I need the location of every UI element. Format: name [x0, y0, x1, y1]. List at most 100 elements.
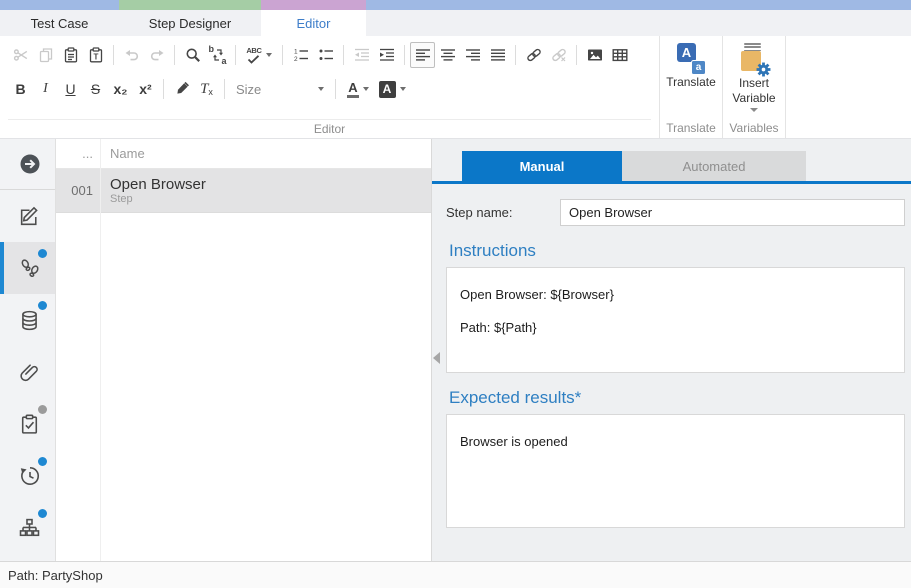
font-size-dropdown[interactable]: Size: [230, 76, 330, 102]
translate-button[interactable]: A a Translate: [666, 43, 716, 90]
redo-icon: [149, 47, 165, 63]
toolbar-separator: [335, 79, 336, 99]
decrease-indent-icon: [354, 47, 370, 63]
tab-manual[interactable]: Manual: [462, 151, 622, 181]
text-color-button[interactable]: A: [341, 76, 375, 102]
insert-image-button[interactable]: [582, 42, 607, 68]
justify-icon: [490, 47, 506, 63]
increase-indent-button[interactable]: [374, 42, 399, 68]
replace-icon: b a: [209, 46, 227, 64]
instructions-heading: Instructions: [449, 241, 905, 261]
chevron-down-icon: [750, 108, 758, 112]
underline-button[interactable]: U: [58, 76, 83, 102]
subscript-button[interactable]: x₂: [108, 76, 133, 102]
instructions-line: Open Browser: ${Browser}: [460, 288, 891, 302]
step-detail-panel: Manual Automated Step name: Instructions…: [431, 139, 911, 561]
insert-variable-icon: [737, 43, 771, 76]
instructions-line: Path: ${Path}: [460, 321, 891, 335]
chevron-down-icon: [318, 87, 324, 91]
column-header-index: ...: [56, 146, 100, 161]
tab-step-designer[interactable]: Step Designer: [119, 0, 261, 36]
notification-badge: [38, 457, 47, 466]
active-tab-accent-bar: [432, 181, 911, 184]
align-right-button[interactable]: [460, 42, 485, 68]
undo-icon: [124, 47, 140, 63]
tab-editor[interactable]: Editor: [261, 0, 366, 36]
search-button[interactable]: [180, 42, 205, 68]
paste-button[interactable]: [58, 42, 83, 68]
insert-table-button[interactable]: [607, 42, 632, 68]
translate-icon: A a: [675, 43, 707, 75]
splitter-collapse-handle[interactable]: [433, 352, 440, 364]
status-bar: Path: PartyShop: [0, 561, 911, 588]
align-left-button[interactable]: [410, 42, 435, 68]
step-row[interactable]: 001 Open Browser Step: [56, 169, 431, 213]
arrow-right-circle-icon: [18, 152, 42, 176]
column-header-name: Name: [100, 146, 145, 161]
background-color-button[interactable]: A: [375, 76, 409, 102]
bold-button[interactable]: B: [8, 76, 33, 102]
toolbar-separator: [576, 45, 577, 65]
clipboard-check-icon: [18, 413, 41, 436]
paste-as-text-button[interactable]: T: [83, 42, 108, 68]
justify-button[interactable]: [485, 42, 510, 68]
undo-button: [119, 42, 144, 68]
main-area: ... Name 001 Open Browser Step Manual Au…: [0, 139, 911, 561]
align-center-button[interactable]: [435, 42, 460, 68]
toolbar-separator: [343, 45, 344, 65]
align-left-icon: [415, 47, 431, 63]
notification-badge: [38, 509, 47, 518]
image-icon: [587, 47, 603, 63]
insert-variable-button[interactable]: Insert Variable: [732, 43, 775, 112]
superscript-button[interactable]: x²: [133, 76, 158, 102]
sidebar-item-attachments[interactable]: [0, 346, 55, 398]
spellcheck-button[interactable]: ABC: [241, 42, 277, 68]
expected-results-editor[interactable]: Browser is opened: [446, 414, 905, 528]
strikethrough-button[interactable]: S: [83, 76, 108, 102]
step-name-label: Step name:: [446, 205, 560, 220]
tabbar-filler: [366, 0, 911, 36]
tab-automated[interactable]: Automated: [622, 151, 806, 181]
increase-indent-icon: [379, 47, 395, 63]
notification-badge: [38, 301, 47, 310]
chevron-down-icon: [400, 87, 406, 91]
toolbar-separator: [113, 45, 114, 65]
tab-test-case[interactable]: Test Case: [0, 0, 119, 36]
toolbar-separator: [163, 79, 164, 99]
instructions-editor[interactable]: Open Browser: ${Browser} Path: ${Path}: [446, 267, 905, 373]
notification-badge: [38, 249, 47, 258]
step-name-input[interactable]: [560, 199, 905, 226]
toolbar-row-2: B I U S x₂ x² Tx Size A A: [8, 72, 651, 106]
sidebar-item-history[interactable]: [0, 450, 55, 502]
ribbon-group-variables: Insert Variable Variables: [723, 36, 786, 138]
steps-list-header: ... Name: [56, 139, 431, 169]
sidebar-item-review[interactable]: [0, 398, 55, 450]
toolbar-separator: [282, 45, 283, 65]
sidebar-item-steps[interactable]: [0, 242, 55, 294]
format-painter-icon: [174, 81, 190, 97]
format-painter-button[interactable]: [169, 76, 194, 102]
italic-button[interactable]: I: [33, 76, 58, 102]
replace-button[interactable]: b a: [205, 42, 230, 68]
ribbon-group-label-variables: Variables: [723, 119, 785, 138]
column-divider: [100, 139, 101, 561]
toolbar-separator: [174, 45, 175, 65]
sidebar-collapse-button[interactable]: [0, 139, 55, 189]
ribbon-group-translate: A a Translate Translate: [660, 36, 723, 138]
numbered-list-button[interactable]: 12: [288, 42, 313, 68]
tab-color-stripe: [261, 0, 366, 10]
sidebar-item-hierarchy[interactable]: [0, 502, 55, 554]
translate-button-label: Translate: [666, 75, 716, 90]
notification-badge: [38, 405, 47, 414]
decrease-indent-button: [349, 42, 374, 68]
redo-button: [144, 42, 169, 68]
remove-format-button[interactable]: Tx: [194, 76, 219, 102]
bulleted-list-icon: [318, 47, 334, 63]
sidebar-item-edit[interactable]: [0, 190, 55, 242]
sidebar-item-data[interactable]: [0, 294, 55, 346]
bulleted-list-button[interactable]: [313, 42, 338, 68]
step-name: Open Browser: [110, 176, 206, 193]
chevron-down-icon: [363, 87, 369, 91]
document-tabbar: Test Case Step Designer Editor: [0, 0, 911, 36]
link-button[interactable]: [521, 42, 546, 68]
